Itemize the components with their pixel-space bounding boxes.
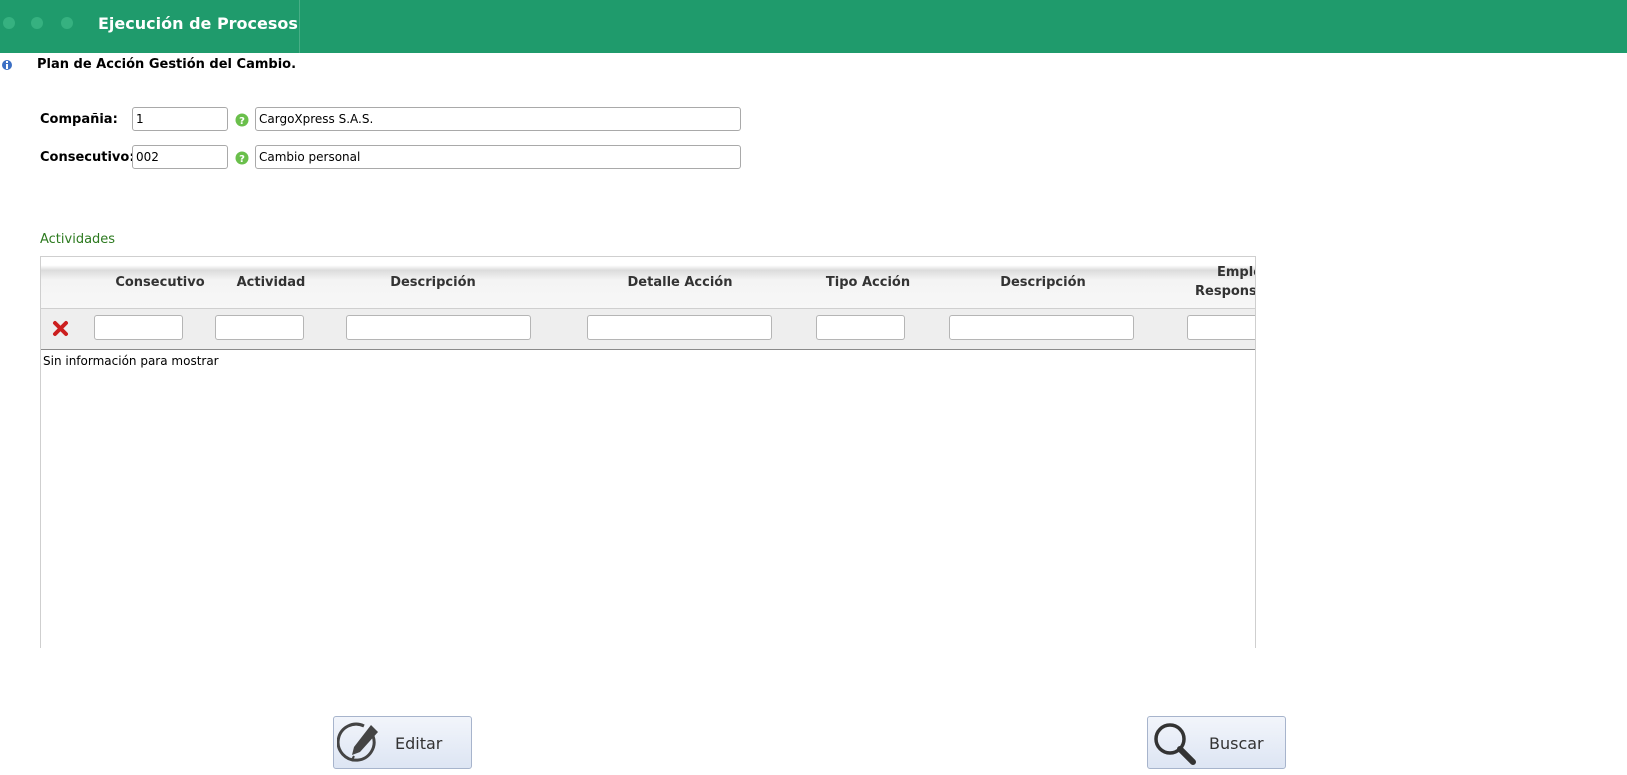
filter-consecutivo-input[interactable] [94, 315, 183, 340]
window-dot-1[interactable] [3, 17, 15, 29]
search-label: Buscar [1209, 734, 1264, 753]
close-icon[interactable] [52, 320, 69, 337]
filter-empleado-input[interactable] [1187, 315, 1255, 340]
empty-message: Sin información para mostrar [43, 354, 219, 368]
title-bar: Ejecución de Procesos [0, 0, 1627, 53]
activities-grid: Consecutivo Actividad Descripción Detall… [40, 256, 1256, 648]
svg-text:?: ? [239, 116, 245, 127]
window-dot-3[interactable] [61, 17, 73, 29]
col-detalle-accion[interactable]: Detalle Acción [585, 273, 775, 292]
col-descripcion-2[interactable]: Descripción [953, 273, 1133, 292]
svg-text:?: ? [239, 154, 245, 165]
consecutive-label: Consecutivo: [40, 150, 135, 165]
consecutive-name-field[interactable]: Cambio personal [255, 145, 741, 169]
filter-descripcion-2-input[interactable] [949, 315, 1134, 340]
filter-actividad-input[interactable] [215, 315, 304, 340]
title-divider [299, 0, 300, 53]
consecutive-code-input[interactable]: 002 [132, 145, 228, 169]
col-empleado-line-1: Emplead [1217, 265, 1255, 280]
filter-tipo-accion-input[interactable] [816, 315, 905, 340]
form-title: Plan de Acción Gestión del Cambio. [37, 57, 297, 72]
app-title: Ejecución de Procesos [98, 14, 298, 33]
company-name-field[interactable]: CargoXpress S.A.S. [255, 107, 741, 131]
edit-label: Editar [395, 734, 443, 753]
edit-button[interactable]: Editar [333, 716, 472, 769]
col-tipo-accion[interactable]: Tipo Acción [808, 273, 928, 292]
col-descripcion[interactable]: Descripción [343, 273, 523, 292]
col-consecutivo[interactable]: Consecutivo [91, 273, 229, 292]
window-dot-2[interactable] [31, 17, 43, 29]
filter-detalle-accion-input[interactable] [587, 315, 772, 340]
filter-row [41, 309, 1255, 350]
search-button[interactable]: Buscar [1147, 716, 1286, 769]
filter-descripcion-input[interactable] [346, 315, 531, 340]
activities-title: Actividades [40, 232, 116, 247]
info-icon [2, 60, 12, 70]
grid-header: Consecutivo Actividad Descripción Detall… [41, 257, 1255, 309]
col-empleado-responsable[interactable]: Emplead Responsal [1195, 263, 1255, 301]
company-code-input[interactable]: 1 [132, 107, 228, 131]
pencil-icon [337, 722, 378, 762]
help-icon[interactable]: ? [235, 151, 249, 165]
col-empleado-line-2: Responsal [1195, 284, 1255, 299]
search-icon [1154, 723, 1196, 765]
col-actividad[interactable]: Actividad [216, 273, 326, 292]
help-icon[interactable]: ? [235, 113, 249, 127]
company-label: Compañia: [40, 112, 118, 127]
